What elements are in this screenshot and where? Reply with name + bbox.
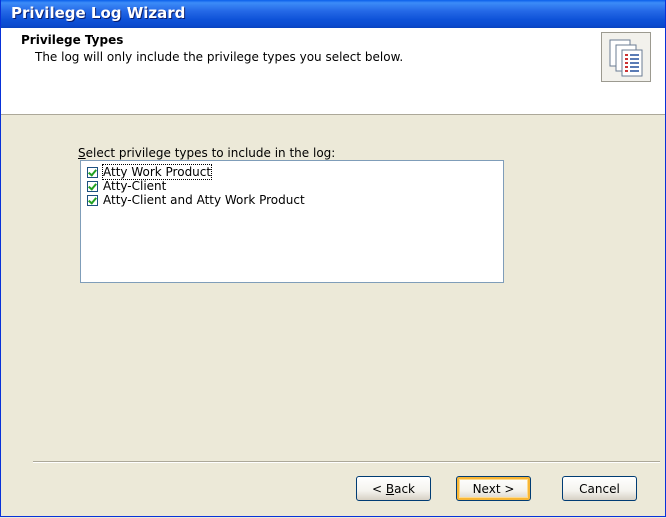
page-title: Privilege Types: [21, 33, 124, 47]
page-subtitle: The log will only include the privilege …: [35, 50, 404, 64]
item-label: Atty Work Product: [101, 164, 213, 180]
wizard-window: Privilege Log Wizard Privilege Types The…: [0, 0, 666, 517]
back-button[interactable]: < Back: [356, 476, 431, 501]
checkbox-atty-work-product[interactable]: [87, 166, 98, 178]
checkbox-atty-client-and-work-product[interactable]: [87, 194, 98, 206]
label-text: elect privilege types to include in the …: [85, 146, 336, 160]
next-button[interactable]: Next >: [456, 476, 531, 501]
cancel-button[interactable]: Cancel: [562, 476, 637, 501]
document-stack-icon: [601, 32, 651, 82]
back-access-key: B: [385, 481, 395, 496]
footer-separator: [33, 461, 660, 463]
list-item-atty-client[interactable]: Atty-Client: [87, 179, 166, 193]
privilege-types-list[interactable]: Atty Work Product Atty-Client Atty-Clien…: [80, 160, 504, 283]
title-bar[interactable]: Privilege Log Wizard: [1, 0, 665, 28]
label-access-key: S: [78, 146, 86, 160]
privilege-types-label: Select privilege types to include in the…: [78, 146, 335, 160]
list-item-atty-client-and-work-product[interactable]: Atty-Client and Atty Work Product: [87, 193, 305, 207]
item-label: Atty-Client: [103, 179, 167, 193]
next-label: Next >: [472, 481, 515, 496]
item-label: Atty-Client and Atty Work Product: [103, 193, 305, 207]
back-rest: ack: [394, 481, 416, 496]
window-title: Privilege Log Wizard: [11, 4, 186, 22]
list-item-atty-work-product[interactable]: Atty Work Product: [87, 164, 213, 180]
checkbox-atty-client[interactable]: [87, 180, 98, 192]
cancel-label: Cancel: [579, 481, 620, 496]
back-prefix: <: [371, 481, 383, 496]
